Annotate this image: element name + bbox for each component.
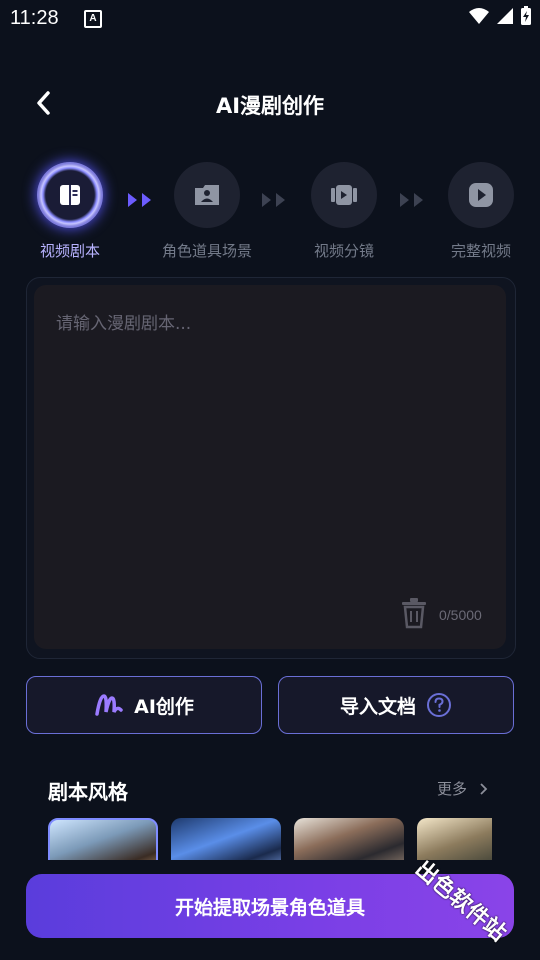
step-label: 视频分镜: [313, 242, 374, 260]
char-count: 0/5000: [439, 607, 482, 623]
step-circle: [37, 162, 103, 228]
import-document-label: 导入文档: [339, 695, 416, 718]
step-label: 视频剧本: [39, 242, 100, 260]
step-character-props-scene[interactable]: 角色道具场景: [157, 162, 257, 261]
accessibility-a-icon: A: [84, 10, 102, 28]
step-circle: [174, 162, 240, 228]
style-thumbnail[interactable]: [48, 818, 158, 860]
storyboard-icon: [331, 185, 357, 205]
book-icon: [60, 185, 80, 205]
step-progress: 视频剧本 角色道具场景 视频分镜 完整视频: [0, 162, 540, 262]
step-circle: [448, 162, 514, 228]
step-circle: [311, 162, 377, 228]
import-document-button[interactable]: 导入文档: [278, 676, 514, 734]
step-video-storyboard[interactable]: 视频分镜: [294, 162, 394, 261]
more-link[interactable]: 更多: [437, 778, 467, 799]
page-title: AI漫剧创作: [215, 94, 325, 118]
chevrons-active-icon: [128, 193, 151, 207]
signal-icon: [497, 8, 513, 24]
script-placeholder: 请输入漫剧剧本...: [56, 314, 192, 334]
person-card-icon: [195, 185, 219, 205]
app-header: AI漫剧创作: [0, 80, 540, 126]
style-thumbnails: [48, 818, 492, 860]
status-bar: 11:28 A: [0, 0, 540, 36]
step-video-script[interactable]: 视频剧本: [20, 162, 120, 261]
wifi-icon: [469, 8, 489, 24]
trash-icon[interactable]: [400, 597, 428, 629]
status-icons: [468, 6, 532, 26]
ai-create-button[interactable]: AI创作: [26, 676, 262, 734]
style-thumbnail[interactable]: [171, 818, 281, 860]
script-textarea[interactable]: 请输入漫剧剧本... 0/5000: [34, 285, 506, 649]
ai-create-label: AI创作: [134, 695, 194, 718]
chevrons-icon: [400, 193, 423, 207]
step-full-video[interactable]: 完整视频: [431, 162, 531, 261]
ai-scribble-icon: [95, 694, 123, 716]
start-extract-label: 开始提取场景角色道具: [174, 896, 365, 919]
play-icon: [469, 183, 493, 207]
script-style-title: 剧本风格: [48, 780, 128, 804]
style-thumbnail[interactable]: [294, 818, 404, 860]
status-time: 11:28: [10, 7, 59, 29]
battery-icon: [521, 6, 531, 25]
chevron-right-icon[interactable]: [478, 782, 488, 796]
step-label: 完整视频: [450, 242, 511, 260]
chevrons-icon: [262, 193, 285, 207]
step-label: 角色道具场景: [161, 242, 252, 260]
help-icon[interactable]: [426, 692, 452, 718]
